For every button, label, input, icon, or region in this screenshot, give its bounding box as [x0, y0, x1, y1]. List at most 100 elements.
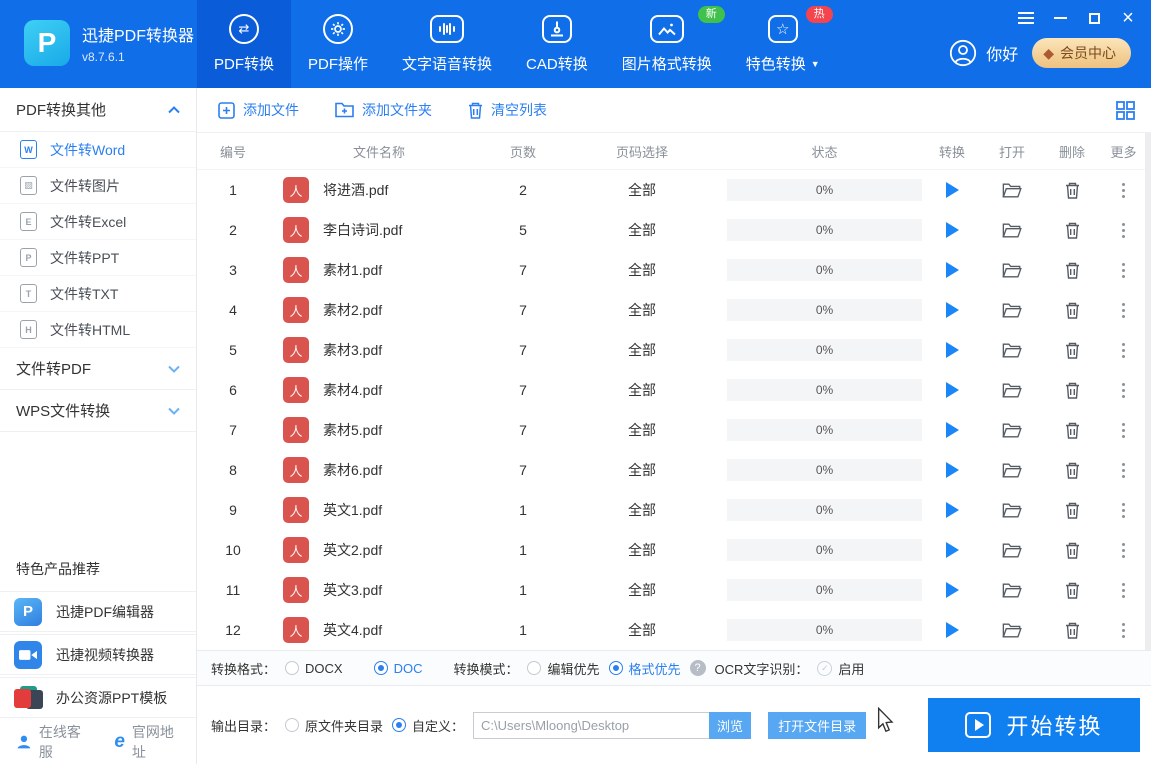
nav-tab-cad-convert[interactable]: CAD转换 [509, 0, 605, 88]
help-icon[interactable]: ? [689, 660, 706, 676]
delete-button[interactable] [1065, 502, 1080, 519]
add-file-button[interactable]: 添加文件 [218, 100, 299, 120]
convert-play-button[interactable] [945, 622, 959, 638]
sidebar-group-to-pdf[interactable]: 文件转PDF [0, 348, 196, 390]
sidebar-item-to-ppt[interactable]: P 文件转PPT [0, 240, 196, 276]
delete-button[interactable] [1065, 462, 1080, 479]
more-options-button[interactable] [1118, 179, 1129, 202]
page-range-select[interactable]: 全部 [557, 540, 727, 560]
clear-list-button[interactable]: 清空列表 [468, 100, 547, 120]
table-scrollbar[interactable] [1145, 133, 1151, 650]
format-option-docx[interactable]: DOCX [285, 661, 343, 676]
table-row[interactable]: 3 人 素材1.pdf 7 全部 0% [197, 250, 1145, 290]
page-range-select[interactable]: 全部 [557, 620, 727, 640]
delete-button[interactable] [1065, 342, 1080, 359]
more-options-button[interactable] [1118, 379, 1129, 402]
menu-button[interactable] [1011, 7, 1041, 29]
delete-button[interactable] [1065, 222, 1080, 239]
open-folder-button[interactable] [1002, 342, 1022, 359]
convert-play-button[interactable] [945, 582, 959, 598]
table-row[interactable]: 2 人 李白诗词.pdf 5 全部 0% [197, 210, 1145, 250]
page-range-select[interactable]: 全部 [557, 380, 727, 400]
mode-option-format[interactable]: 格式优先 [608, 659, 681, 678]
delete-button[interactable] [1065, 302, 1080, 319]
delete-button[interactable] [1065, 622, 1080, 639]
minimize-button[interactable] [1045, 7, 1075, 29]
open-folder-button[interactable] [1002, 502, 1022, 519]
convert-play-button[interactable] [945, 462, 959, 478]
more-options-button[interactable] [1118, 499, 1129, 522]
ocr-check-icon[interactable]: ✓ [817, 660, 833, 676]
more-options-button[interactable] [1118, 339, 1129, 362]
more-options-button[interactable] [1118, 219, 1129, 242]
radio-format-priority[interactable] [608, 661, 623, 675]
output-path-input[interactable] [473, 711, 710, 739]
page-range-select[interactable]: 全部 [557, 580, 727, 600]
sidebar-group-wps[interactable]: WPS文件转换 [0, 390, 196, 432]
convert-play-button[interactable] [945, 502, 959, 518]
vip-center-button[interactable]: ◆ 会员中心 [1032, 38, 1131, 68]
start-convert-button[interactable]: 开始转换 [928, 698, 1140, 752]
delete-button[interactable] [1065, 182, 1080, 199]
convert-play-button[interactable] [945, 182, 959, 198]
table-row[interactable]: 6 人 素材4.pdf 7 全部 0% [197, 370, 1145, 410]
sidebar-item-to-word[interactable]: W 文件转Word [0, 132, 196, 168]
nav-tab-special-convert[interactable]: 热 ☆ 特色转换 ▼ [729, 0, 837, 88]
table-row[interactable]: 8 人 素材6.pdf 7 全部 0% [197, 450, 1145, 490]
convert-play-button[interactable] [945, 422, 959, 438]
convert-play-button[interactable] [945, 342, 959, 358]
radio-custom-folder[interactable] [392, 718, 407, 732]
more-options-button[interactable] [1118, 419, 1129, 442]
open-folder-button[interactable] [1002, 542, 1022, 559]
website-link[interactable]: e 官网地址 [114, 722, 180, 762]
delete-button[interactable] [1065, 542, 1080, 559]
ocr-option-enable[interactable]: ✓ 启用 [817, 659, 864, 678]
table-row[interactable]: 7 人 素材5.pdf 7 全部 0% [197, 410, 1145, 450]
convert-play-button[interactable] [945, 302, 959, 318]
table-row[interactable]: 9 人 英文1.pdf 1 全部 0% [197, 490, 1145, 530]
convert-play-button[interactable] [945, 262, 959, 278]
page-range-select[interactable]: 全部 [557, 220, 727, 240]
format-option-doc[interactable]: DOC [373, 661, 422, 676]
page-range-select[interactable]: 全部 [557, 460, 727, 480]
open-folder-button[interactable] [1002, 222, 1022, 239]
convert-play-button[interactable] [945, 542, 959, 558]
more-options-button[interactable] [1118, 259, 1129, 282]
open-folder-button[interactable] [1002, 582, 1022, 599]
open-folder-button[interactable] [1002, 182, 1022, 199]
sidebar-group-pdf-other[interactable]: PDF转换其他 [0, 88, 196, 132]
sidebar-item-to-excel[interactable]: E 文件转Excel [0, 204, 196, 240]
delete-button[interactable] [1065, 382, 1080, 399]
table-row[interactable]: 1 人 将进酒.pdf 2 全部 0% [197, 170, 1145, 210]
browse-button[interactable]: 浏览 [709, 711, 752, 739]
grid-view-toggle[interactable] [1116, 100, 1135, 120]
page-range-select[interactable]: 全部 [557, 180, 727, 200]
table-row[interactable]: 11 人 英文3.pdf 1 全部 0% [197, 570, 1145, 610]
output-option-custom[interactable]: 自定义： [392, 716, 464, 735]
radio-doc[interactable] [373, 661, 388, 675]
nav-tab-speech-convert[interactable]: 文字语音转换 [385, 0, 509, 88]
nav-tab-pdf-convert[interactable]: ⇄ PDF转换 [197, 0, 292, 88]
user-greeting[interactable]: 你好 [949, 39, 1018, 67]
promo-video-converter[interactable]: 迅捷视频转换器 [0, 634, 196, 675]
table-row[interactable]: 10 人 英文2.pdf 1 全部 0% [197, 530, 1145, 570]
more-options-button[interactable] [1118, 459, 1129, 482]
promo-pdf-editor[interactable]: P 迅捷PDF编辑器 [0, 591, 196, 632]
open-folder-button[interactable] [1002, 622, 1022, 639]
close-button[interactable]: × [1113, 7, 1143, 29]
delete-button[interactable] [1065, 582, 1080, 599]
more-options-button[interactable] [1118, 539, 1129, 562]
table-row[interactable]: 12 人 英文4.pdf 1 全部 0% [197, 610, 1145, 650]
open-folder-button[interactable] [1002, 262, 1022, 279]
radio-docx[interactable] [285, 661, 300, 675]
nav-tab-image-convert[interactable]: 新 图片格式转换 [605, 0, 729, 88]
nav-tab-pdf-operate[interactable]: PDF操作 [291, 0, 385, 88]
page-range-select[interactable]: 全部 [557, 420, 727, 440]
open-folder-button[interactable] [1002, 422, 1022, 439]
radio-edit-priority[interactable] [527, 661, 542, 675]
table-row[interactable]: 4 人 素材2.pdf 7 全部 0% [197, 290, 1145, 330]
open-folder-button[interactable] [1002, 302, 1022, 319]
online-support-link[interactable]: 在线客服 [16, 722, 88, 762]
output-option-original[interactable]: 原文件夹目录 [285, 716, 383, 735]
more-options-button[interactable] [1118, 619, 1129, 642]
